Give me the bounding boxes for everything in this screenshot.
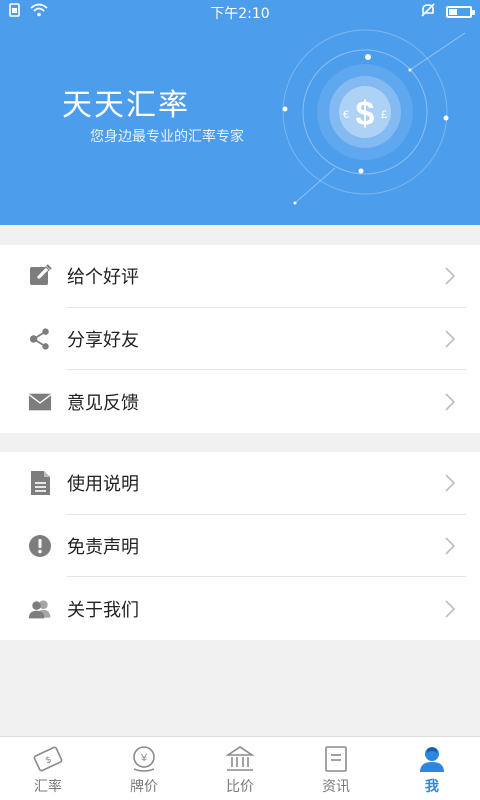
mail-icon (28, 390, 52, 414)
menu-label: 意见反馈 (67, 392, 139, 414)
status-bar: 下午2:10 (0, 0, 480, 24)
chevron-right-icon (445, 393, 456, 411)
people-icon (28, 597, 52, 621)
share-icon (28, 327, 52, 351)
svg-text:¥: ¥ (140, 753, 148, 765)
chevron-right-icon (445, 330, 456, 348)
svg-text:€: € (343, 109, 349, 121)
currency-globe-icon: $ € £ (282, 29, 466, 205)
tab-label: 牌价 (130, 779, 158, 795)
mute-icon (420, 3, 436, 21)
menu-item-share[interactable]: 分享好友 (0, 308, 480, 371)
menu-label: 给个好评 (67, 267, 139, 289)
exchange-icon: $ (31, 744, 65, 774)
bank-icon (223, 744, 257, 774)
chevron-right-icon (445, 600, 456, 618)
user-icon (415, 744, 449, 774)
alert-icon (28, 534, 52, 558)
tab-label: 汇率 (34, 779, 62, 795)
news-icon (319, 744, 353, 774)
menu-group-rate: 给个好评 分享好友 意见反馈 (0, 245, 480, 433)
tab-quote-price[interactable]: ¥ 牌价 (96, 737, 192, 800)
app-subtitle: 您身边最专业的汇率专家 (90, 129, 244, 145)
menu-group-info: 使用说明 免责声明 关于我们 (0, 452, 480, 640)
menu-label: 免责声明 (67, 537, 139, 559)
tab-label: 我 (425, 779, 439, 795)
tab-news[interactable]: 资讯 (288, 737, 384, 800)
chevron-right-icon (445, 474, 456, 492)
document-icon (28, 471, 52, 496)
menu-label: 使用说明 (67, 474, 139, 496)
svg-text:$: $ (356, 95, 375, 133)
svg-text:£: £ (381, 109, 387, 121)
tab-label: 资讯 (322, 779, 350, 795)
chevron-right-icon (445, 267, 456, 285)
chevron-right-icon (445, 537, 456, 555)
menu-item-rate-app[interactable]: 给个好评 (0, 245, 480, 308)
menu-item-about[interactable]: 关于我们 (0, 577, 480, 640)
status-time: 下午2:10 (210, 6, 270, 22)
tab-exchange-rate[interactable]: $ 汇率 (0, 737, 96, 800)
menu-label: 关于我们 (67, 599, 139, 621)
battery-icon (446, 6, 475, 18)
tab-label: 比价 (226, 779, 254, 795)
header-banner: 下午2:10 天天汇率 您身边最专业的汇率专家 $ € £ (0, 0, 480, 225)
tab-me[interactable]: 我 (384, 737, 480, 800)
edit-icon (28, 264, 52, 288)
menu-item-instructions[interactable]: 使用说明 (0, 452, 480, 515)
menu-item-disclaimer[interactable]: 免责声明 (0, 515, 480, 578)
menu-label: 分享好友 (67, 330, 139, 352)
yen-coin-icon: ¥ (127, 744, 161, 774)
app-title: 天天汇率 (62, 88, 190, 123)
menu-item-feedback[interactable]: 意见反馈 (0, 370, 480, 433)
bottom-tab-bar: $ 汇率 ¥ 牌价 比价 资讯 我 (0, 736, 480, 800)
svg-text:$: $ (44, 754, 53, 765)
tab-compare[interactable]: 比价 (192, 737, 288, 800)
